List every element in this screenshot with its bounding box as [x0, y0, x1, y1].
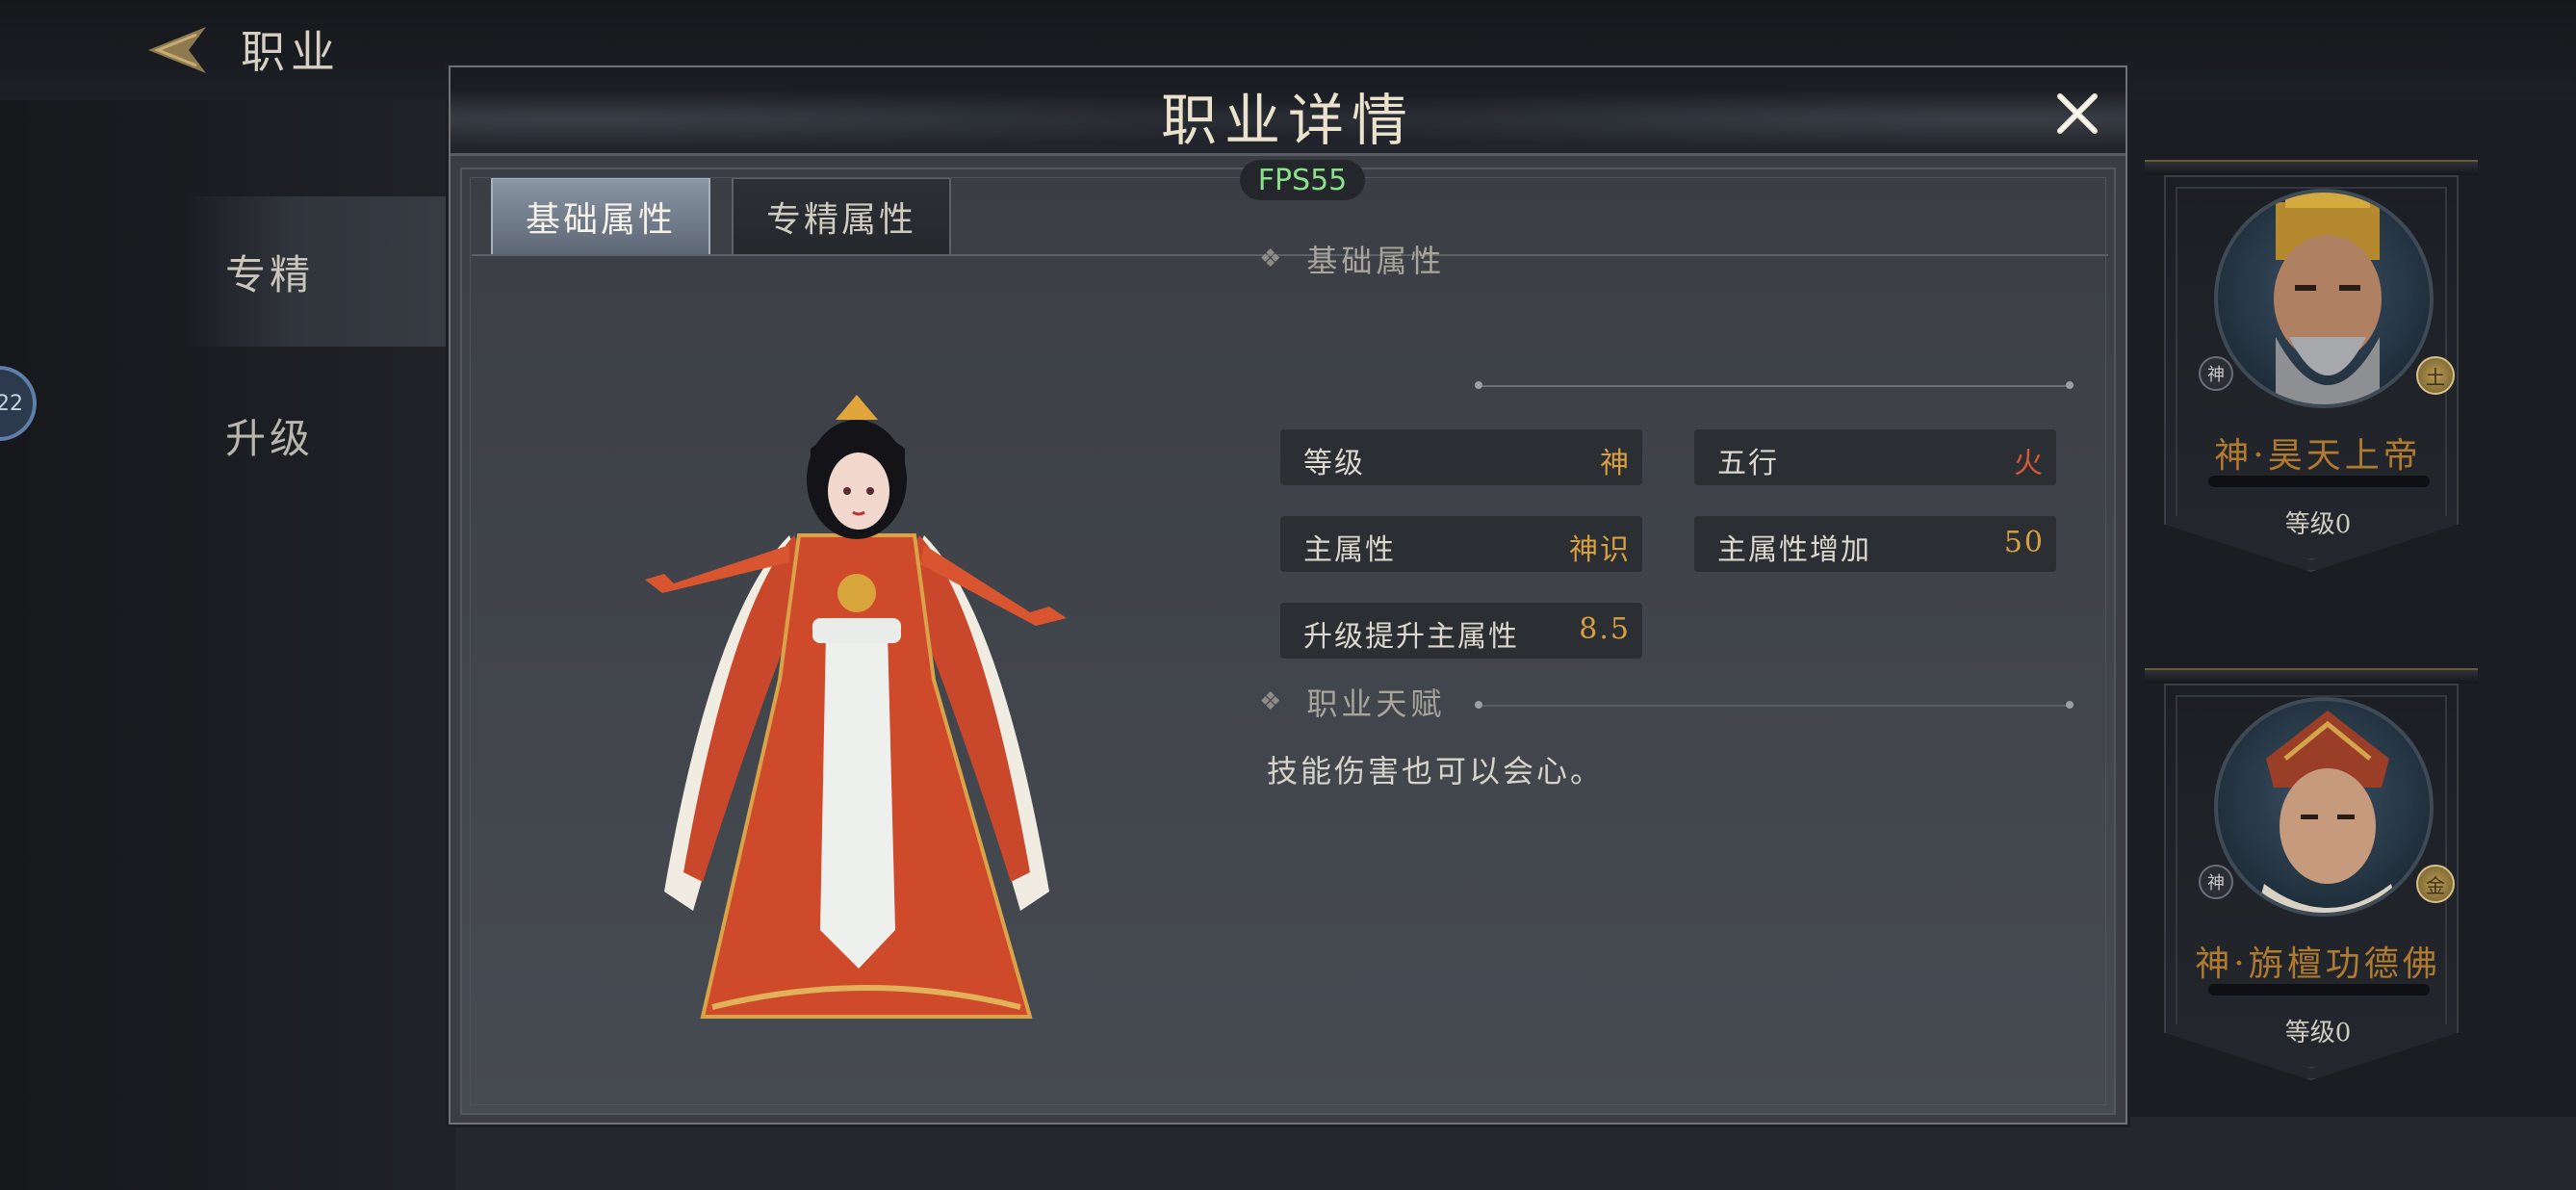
close-icon[interactable] [2050, 87, 2104, 141]
tab-specialization-attributes[interactable]: 专精属性 [732, 177, 951, 254]
name-bar [2208, 476, 2430, 487]
character-level: 等级0 [2284, 510, 2352, 539]
portrait-zhantan [2214, 697, 2434, 917]
character-name: 神·昊天上帝 [2214, 436, 2422, 476]
attr-level: 等级 神 [1280, 429, 1642, 485]
portrait-haotian [2214, 189, 2434, 408]
section-title: 基础属性 [1306, 243, 1446, 279]
character-card[interactable]: 神 土 神·昊天上帝 等级0 [2145, 160, 2478, 591]
left-menu-upgrade[interactable]: 升级 [183, 360, 456, 510]
profession-detail-modal: 职业详情 基础属性 专精属性 ❖ 基础属性 等级 神 五行 火 主属性 神识 主… [449, 65, 2127, 1125]
talent-description: 技能伤害也可以会心。 [1267, 753, 1605, 789]
card-hanger [2145, 160, 2478, 175]
god-tag: 神 [2199, 356, 2233, 391]
fps-counter: FPS55 [1240, 160, 1365, 200]
diamond-icon: ❖ [1259, 245, 1286, 273]
attr-value: 神 [1600, 447, 1631, 480]
character-card[interactable]: 神 金 神·旃檀功德佛 等级0 [2145, 668, 2478, 1099]
modal-header: 职业详情 [451, 67, 2125, 156]
talent-header: ❖ 职业天赋 [1259, 680, 1445, 724]
attr-label: 等级 [1303, 447, 1365, 480]
basic-attributes-header: ❖ 基础属性 [1259, 237, 1445, 281]
attr-label: 主属性增加 [1717, 533, 1871, 567]
section-title: 职业天赋 [1306, 686, 1446, 722]
attr-value: 火 [2014, 447, 2045, 480]
modal-title: 职业详情 [1160, 88, 1415, 153]
left-menu-specialization[interactable]: 专精 [183, 196, 456, 347]
diamond-icon: ❖ [1259, 687, 1286, 716]
element-earth-tag: 土 [2416, 356, 2455, 395]
attr-label: 升级提升主属性 [1303, 620, 1519, 654]
attr-element: 五行 火 [1694, 429, 2056, 485]
attr-label: 五行 [1717, 447, 1779, 480]
card-hanger [2145, 668, 2478, 684]
name-bar [2208, 984, 2430, 996]
page-title: 职业 [241, 26, 341, 78]
character-name: 神·旃檀功德佛 [2195, 944, 2441, 984]
section-divider [1475, 701, 2074, 709]
character-illustration [645, 395, 1067, 1019]
character-level: 等级0 [2284, 1019, 2352, 1048]
attr-label: 主属性 [1303, 533, 1396, 567]
attr-main-stat-bonus: 主属性增加 50 [1694, 516, 2056, 572]
attr-main-stat: 主属性 神识 [1280, 516, 1642, 572]
attr-value: 神识 [1569, 533, 1631, 567]
element-metal-tag: 金 [2416, 865, 2455, 903]
section-divider [1475, 381, 2074, 389]
back-arrow-icon[interactable] [129, 21, 216, 79]
bottom-strip [456, 1117, 2576, 1190]
modal-body: 基础属性 专精属性 ❖ 基础属性 等级 神 五行 火 主属性 神识 主属性增加 … [460, 168, 2116, 1115]
tab-basic-attributes[interactable]: 基础属性 [491, 177, 710, 254]
attr-value: 50 [2003, 526, 2045, 559]
attr-upgrade-main-stat: 升级提升主属性 8.5 [1280, 603, 1642, 659]
god-tag: 神 [2199, 865, 2233, 899]
attr-value: 8.5 [1579, 612, 1631, 646]
